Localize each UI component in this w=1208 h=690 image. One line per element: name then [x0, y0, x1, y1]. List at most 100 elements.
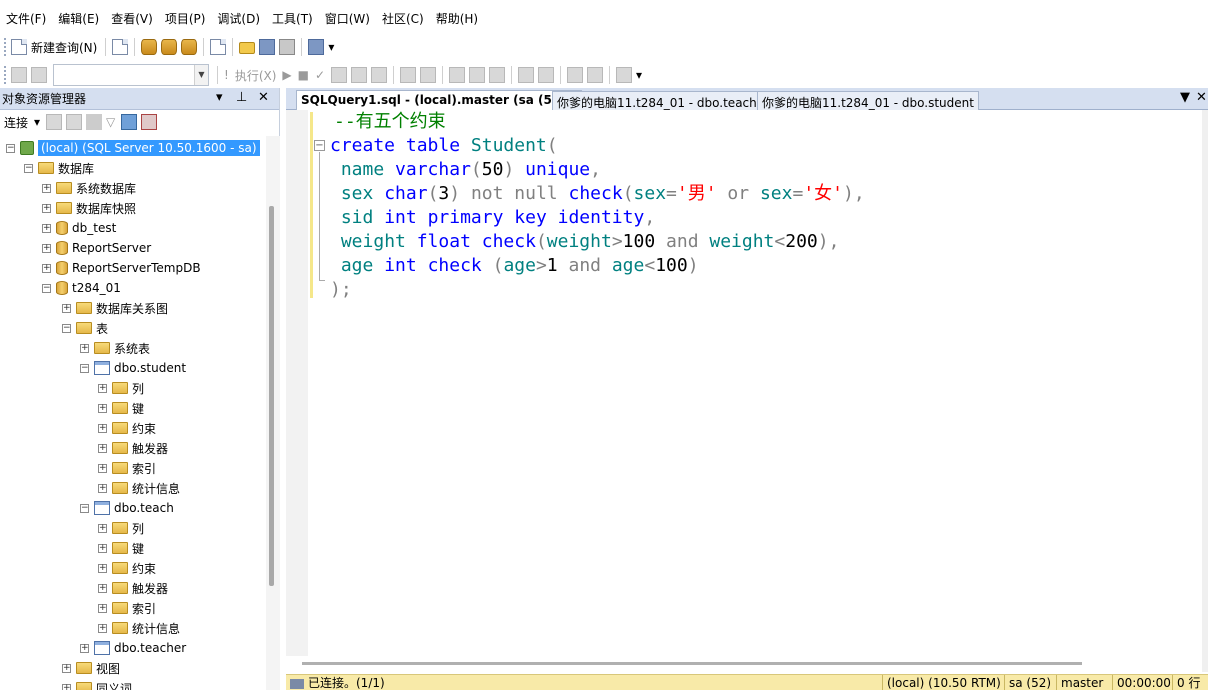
refresh-icon[interactable] — [121, 114, 138, 130]
toolbar-overflow-icon[interactable]: ▾ — [328, 40, 334, 54]
object-explorer-scrollbar[interactable] — [266, 136, 280, 690]
sql-editor[interactable]: − --有五个约束 create table Student( name varc… — [286, 110, 1202, 656]
collapse-icon[interactable]: − — [24, 163, 33, 173]
chevron-down-icon[interactable]: ▼ — [194, 65, 208, 85]
increase-indent-icon[interactable] — [587, 67, 604, 83]
new-project-icon[interactable] — [210, 39, 227, 55]
menu-item-5[interactable]: 工具(T) — [266, 6, 319, 32]
scrollbar-thumb[interactable] — [302, 662, 1082, 665]
expand-icon[interactable]: + — [98, 403, 107, 413]
tree-node[interactable]: − 表 — [62, 318, 108, 338]
new-query-button[interactable]: 新建查询(N) — [31, 39, 97, 56]
close-tab-icon[interactable]: ✕ — [1196, 90, 1207, 105]
expand-icon[interactable]: + — [98, 523, 107, 533]
expand-icon[interactable]: + — [42, 183, 51, 193]
filter-icon[interactable]: ▽ — [106, 115, 115, 129]
collapse-icon[interactable]: − — [314, 140, 325, 151]
expand-icon[interactable]: + — [98, 443, 107, 453]
scrollbar-thumb[interactable] — [269, 206, 274, 586]
tree-node[interactable]: + 索引 — [98, 598, 156, 618]
expand-icon[interactable]: + — [62, 303, 71, 313]
tree-node[interactable]: + 数据库快照 — [42, 198, 136, 218]
xmla-query-icon[interactable] — [181, 39, 198, 55]
include-plan-icon[interactable] — [400, 67, 417, 83]
tree-node[interactable]: + 统计信息 — [98, 478, 180, 498]
tree-node[interactable]: + db_test — [42, 218, 116, 238]
tree-node[interactable]: + 列 — [98, 378, 144, 398]
editor-horizontal-scrollbar[interactable] — [286, 656, 1202, 672]
expand-icon[interactable]: + — [42, 263, 51, 273]
expand-icon[interactable]: + — [98, 463, 107, 473]
tree-node[interactable]: + 键 — [98, 538, 144, 558]
collapse-icon[interactable]: − — [42, 283, 51, 293]
document-tab[interactable]: SQLQuery1.sql - (local).master (sa (52))… — [296, 90, 583, 110]
stop-icon[interactable] — [86, 114, 103, 130]
decrease-indent-icon[interactable] — [567, 67, 584, 83]
analysis-query-icon[interactable] — [161, 39, 178, 55]
disconnect-icon[interactable] — [66, 114, 83, 130]
comment-icon[interactable] — [518, 67, 535, 83]
pin-icon[interactable]: ⊥ — [236, 90, 247, 105]
expand-icon[interactable]: + — [42, 223, 51, 233]
change-connection-icon[interactable] — [31, 67, 47, 83]
client-stats-icon[interactable] — [420, 67, 437, 83]
expand-icon[interactable]: + — [42, 203, 51, 213]
expand-icon[interactable]: + — [98, 563, 107, 573]
results-to-file-icon[interactable] — [489, 67, 506, 83]
dropdown-icon[interactable]: ▾ — [216, 90, 223, 105]
tree-node[interactable]: + 约束 — [98, 418, 156, 438]
tree-node[interactable]: + 触发器 — [98, 578, 168, 598]
parse-icon[interactable]: ✓ — [315, 68, 325, 82]
menu-item-1[interactable]: 编辑(E) — [52, 6, 105, 32]
connect-server-icon[interactable] — [46, 114, 63, 130]
connect-icon[interactable] — [11, 67, 27, 83]
collapse-icon[interactable]: − — [62, 323, 71, 333]
new-query-icon[interactable] — [11, 39, 27, 55]
specify-template-icon[interactable] — [616, 67, 633, 83]
tree-node[interactable]: + dbo.teacher — [80, 638, 186, 658]
menu-item-8[interactable]: 帮助(H) — [430, 6, 484, 32]
tree-node[interactable]: − t284_01 — [42, 278, 121, 298]
tree-node[interactable]: + 数据库关系图 — [62, 298, 168, 318]
menu-item-6[interactable]: 窗口(W) — [319, 6, 376, 32]
print-icon[interactable] — [279, 39, 296, 55]
menu-item-4[interactable]: 调试(D) — [211, 6, 266, 32]
tree-node[interactable]: + 触发器 — [98, 438, 168, 458]
expand-icon[interactable]: + — [98, 603, 107, 613]
tree-node[interactable]: + 系统表 — [80, 338, 150, 358]
expand-icon[interactable]: + — [98, 423, 107, 433]
tree-node[interactable]: − dbo.teach — [80, 498, 174, 518]
results-to-text-icon[interactable] — [449, 67, 466, 83]
tree-node[interactable]: + 索引 — [98, 458, 156, 478]
tree-node[interactable]: + 视图 — [62, 658, 120, 678]
display-plan-icon[interactable] — [331, 67, 348, 83]
specify-values-icon[interactable] — [371, 67, 388, 83]
tree-node[interactable]: + 列 — [98, 518, 144, 538]
execute-icon[interactable]: ! — [224, 68, 229, 82]
available-databases-combo[interactable]: ▼ — [53, 64, 209, 86]
expand-icon[interactable]: + — [80, 643, 89, 653]
tree-node[interactable]: + 统计信息 — [98, 618, 180, 638]
tree-node[interactable]: + 系统数据库 — [42, 178, 136, 198]
new-file-icon[interactable] — [112, 39, 129, 55]
collapse-icon[interactable]: − — [80, 363, 89, 373]
cancel-query-icon[interactable]: ■ — [298, 68, 309, 82]
tree-node[interactable]: + ReportServer — [42, 238, 151, 258]
expand-icon[interactable]: + — [98, 383, 107, 393]
tree-node[interactable]: + 约束 — [98, 558, 156, 578]
chevron-down-icon[interactable]: ▾ — [34, 115, 40, 129]
tree-node[interactable]: + ReportServerTempDB — [42, 258, 201, 278]
summary-icon[interactable] — [141, 114, 158, 130]
document-tab[interactable]: 你爹的电脑11.t284_01 - dbo.teach — [552, 91, 762, 110]
menu-item-2[interactable]: 查看(V) — [105, 6, 159, 32]
open-file-icon[interactable] — [239, 42, 256, 54]
tree-node[interactable]: − (local) (SQL Server 10.50.1600 - sa) — [6, 138, 260, 158]
menu-item-3[interactable]: 项目(P) — [159, 6, 212, 32]
menu-item-0[interactable]: 文件(F) — [0, 6, 52, 32]
tab-list-dropdown-icon[interactable]: ▼ — [1180, 90, 1190, 105]
expand-icon[interactable]: + — [98, 583, 107, 593]
expand-icon[interactable]: + — [80, 343, 89, 353]
connect-button[interactable]: 连接 — [4, 114, 28, 131]
expand-icon[interactable]: + — [98, 623, 107, 633]
document-tab[interactable]: 你爹的电脑11.t284_01 - dbo.student — [757, 91, 979, 110]
